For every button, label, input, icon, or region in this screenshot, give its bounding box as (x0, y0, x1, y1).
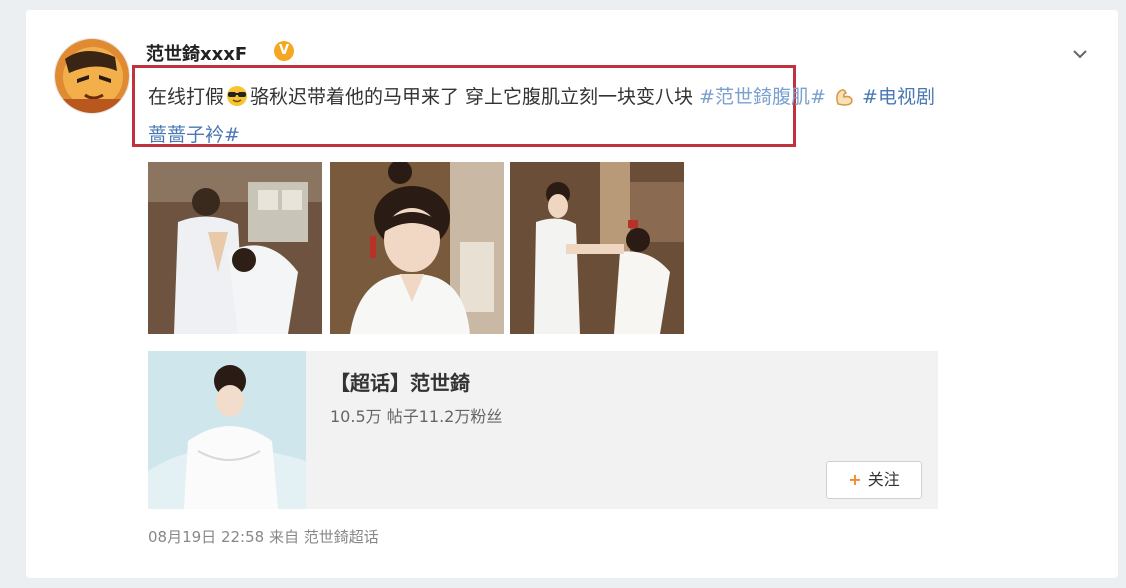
follow-button[interactable]: + 关注 (826, 461, 922, 499)
timestamp[interactable]: 08月19日 22:58 (148, 528, 264, 546)
post-text-part2: 骆秋迟带着他的马甲来了 穿上它腹肌立刻一块变八块 (250, 86, 694, 108)
weibo-post-card: 范世錡xxxF V 在线打假 骆秋迟带着他的马甲来了 穿上它腹肌立刻一块变八块 … (26, 10, 1118, 578)
follow-label: 关注 (867, 470, 900, 489)
hashtag-link-tv-cont[interactable]: 蔷蔷子衿# (148, 124, 240, 146)
source[interactable]: 来自 范世錡超话 (269, 528, 379, 546)
hashtag-link[interactable]: #范世錡腹肌# (699, 86, 826, 108)
post-text-line2: 蔷蔷子衿# (148, 120, 240, 147)
post-text-part1: 在线打假 (148, 86, 225, 108)
post-image[interactable] (510, 162, 684, 334)
sunglasses-emoji-icon (227, 86, 248, 106)
hashtag-link-tv[interactable]: #电视剧 (862, 86, 935, 108)
super-topic-stats: 10.5万 帖子11.2万粉丝 (330, 407, 503, 426)
user-avatar[interactable] (54, 38, 130, 114)
post-text: 在线打假 骆秋迟带着他的马甲来了 穿上它腹肌立刻一块变八块 #范世錡腹肌# #电… (148, 82, 935, 109)
biceps-emoji-icon (836, 89, 853, 106)
super-topic-image[interactable] (148, 351, 306, 509)
super-topic-card[interactable]: 【超话】范世錡 10.5万 帖子11.2万粉丝 + 关注 (148, 351, 938, 509)
plus-icon: + (848, 470, 862, 489)
chevron-down-icon[interactable] (1070, 44, 1090, 64)
post-meta: 08月19日 22:58 来自 范世錡超话 (148, 526, 379, 547)
verified-badge-icon: V (274, 41, 294, 61)
post-image[interactable] (330, 162, 504, 334)
username[interactable]: 范世錡xxxF (146, 40, 247, 66)
post-image[interactable] (148, 162, 322, 334)
super-topic-title[interactable]: 【超话】范世錡 (330, 367, 470, 396)
